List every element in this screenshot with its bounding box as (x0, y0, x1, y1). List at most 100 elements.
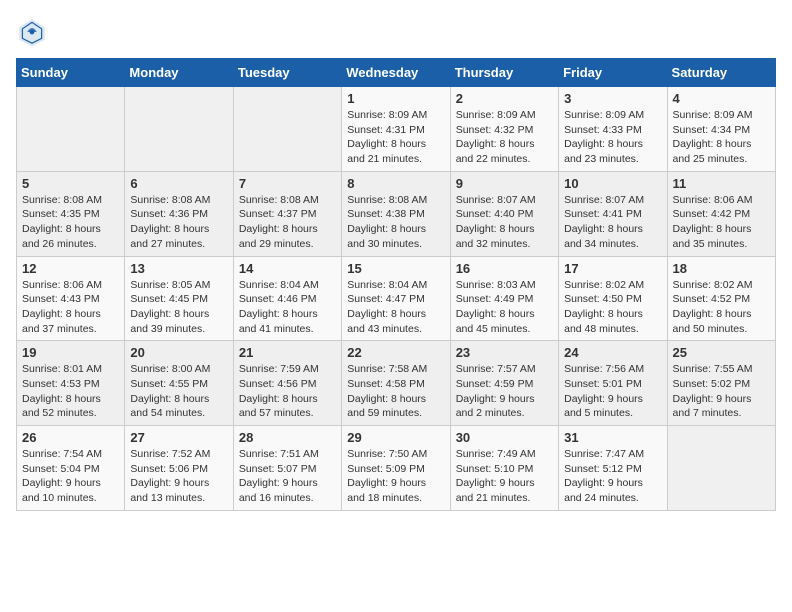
day-number: 4 (673, 91, 770, 106)
day-info: Sunrise: 7:59 AM Sunset: 4:56 PM Dayligh… (239, 362, 336, 421)
calendar-cell: 22Sunrise: 7:58 AM Sunset: 4:58 PM Dayli… (342, 341, 450, 426)
day-number: 14 (239, 261, 336, 276)
day-info: Sunrise: 8:07 AM Sunset: 4:40 PM Dayligh… (456, 193, 553, 252)
day-number: 12 (22, 261, 119, 276)
calendar-week-4: 19 Sunrise: 8:01 AM Sunset: 4:53 PM Dayli… (17, 341, 776, 426)
page-header (16, 16, 776, 48)
calendar-cell: 23 Sunrise: 7:57 AM Sunset: 4:59 PM Dayli… (450, 341, 558, 426)
day-number: 20 (130, 345, 227, 360)
day-info: Sunrise: 8:09 AM Sunset: 4:33 PM Dayligh… (564, 108, 661, 167)
day-number: 16 (456, 261, 553, 276)
day-of-week-saturday: Saturday (667, 59, 775, 87)
day-number: 23 (456, 345, 553, 360)
calendar-cell: 6 Sunrise: 8:08 AM Sunset: 4:36 PM Daylig… (125, 171, 233, 256)
calendar-header: SundayMondayTuesdayWednesdayThursdayFrid… (17, 59, 776, 87)
day-number: 5 (22, 176, 119, 191)
day-number: 3 (564, 91, 661, 106)
day-of-week-thursday: Thursday (450, 59, 558, 87)
calendar-cell: 27 Sunrise: 7:52 AM Sunset: 5:06 PM Dayli… (125, 426, 233, 511)
calendar-cell: 28 Sunrise: 7:51 AM Sunset: 5:07 PM Dayli… (233, 426, 341, 511)
calendar-cell: 25 Sunrise: 7:55 AM Sunset: 5:02 PM Dayli… (667, 341, 775, 426)
day-info: Sunrise: 8:04 AM Sunset: 4:47 PM Dayligh… (347, 278, 444, 337)
day-number: 29 (347, 430, 444, 445)
day-number: 19 (22, 345, 119, 360)
day-info: Sunrise: 7:52 AM Sunset: 5:06 PM Dayligh… (130, 447, 227, 506)
day-number: 7 (239, 176, 336, 191)
day-number: 31 (564, 430, 661, 445)
calendar-cell: 13 Sunrise: 8:05 AM Sunset: 4:45 PM Dayli… (125, 256, 233, 341)
calendar-cell: 21 Sunrise: 7:59 AM Sunset: 4:56 PM Dayli… (233, 341, 341, 426)
day-info: Sunrise: 7:55 AM Sunset: 5:02 PM Dayligh… (673, 362, 770, 421)
calendar-cell (667, 426, 775, 511)
calendar-week-3: 12 Sunrise: 8:06 AM Sunset: 4:43 PM Dayli… (17, 256, 776, 341)
calendar-body: 1Sunrise: 8:09 AM Sunset: 4:31 PM Daylig… (17, 87, 776, 511)
day-of-week-sunday: Sunday (17, 59, 125, 87)
calendar-cell: 17Sunrise: 8:02 AM Sunset: 4:50 PM Dayli… (559, 256, 667, 341)
days-of-week-row: SundayMondayTuesdayWednesdayThursdayFrid… (17, 59, 776, 87)
day-info: Sunrise: 8:01 AM Sunset: 4:53 PM Dayligh… (22, 362, 119, 421)
day-info: Sunrise: 8:09 AM Sunset: 4:32 PM Dayligh… (456, 108, 553, 167)
calendar-cell: 12 Sunrise: 8:06 AM Sunset: 4:43 PM Dayli… (17, 256, 125, 341)
day-number: 18 (673, 261, 770, 276)
calendar-cell: 24 Sunrise: 7:56 AM Sunset: 5:01 PM Dayli… (559, 341, 667, 426)
day-info: Sunrise: 8:08 AM Sunset: 4:35 PM Dayligh… (22, 193, 119, 252)
calendar-cell: 31 Sunrise: 7:47 AM Sunset: 5:12 PM Dayli… (559, 426, 667, 511)
day-number: 21 (239, 345, 336, 360)
day-number: 26 (22, 430, 119, 445)
calendar-cell: 1Sunrise: 8:09 AM Sunset: 4:31 PM Daylig… (342, 87, 450, 172)
day-info: Sunrise: 7:49 AM Sunset: 5:10 PM Dayligh… (456, 447, 553, 506)
day-info: Sunrise: 8:06 AM Sunset: 4:43 PM Dayligh… (22, 278, 119, 337)
day-info: Sunrise: 8:02 AM Sunset: 4:52 PM Dayligh… (673, 278, 770, 337)
calendar-table: SundayMondayTuesdayWednesdayThursdayFrid… (16, 58, 776, 511)
day-number: 2 (456, 91, 553, 106)
calendar-cell: 4Sunrise: 8:09 AM Sunset: 4:34 PM Daylig… (667, 87, 775, 172)
day-info: Sunrise: 7:54 AM Sunset: 5:04 PM Dayligh… (22, 447, 119, 506)
day-info: Sunrise: 7:58 AM Sunset: 4:58 PM Dayligh… (347, 362, 444, 421)
day-of-week-tuesday: Tuesday (233, 59, 341, 87)
day-info: Sunrise: 8:08 AM Sunset: 4:38 PM Dayligh… (347, 193, 444, 252)
day-info: Sunrise: 7:51 AM Sunset: 5:07 PM Dayligh… (239, 447, 336, 506)
day-number: 11 (673, 176, 770, 191)
calendar-cell: 19 Sunrise: 8:01 AM Sunset: 4:53 PM Dayli… (17, 341, 125, 426)
day-of-week-monday: Monday (125, 59, 233, 87)
day-number: 13 (130, 261, 227, 276)
day-number: 1 (347, 91, 444, 106)
day-info: Sunrise: 7:56 AM Sunset: 5:01 PM Dayligh… (564, 362, 661, 421)
day-of-week-wednesday: Wednesday (342, 59, 450, 87)
day-info: Sunrise: 8:08 AM Sunset: 4:36 PM Dayligh… (130, 193, 227, 252)
calendar-cell: 9 Sunrise: 8:07 AM Sunset: 4:40 PM Daylig… (450, 171, 558, 256)
day-number: 10 (564, 176, 661, 191)
day-number: 24 (564, 345, 661, 360)
calendar-cell: 7 Sunrise: 8:08 AM Sunset: 4:37 PM Daylig… (233, 171, 341, 256)
day-number: 15 (347, 261, 444, 276)
day-number: 6 (130, 176, 227, 191)
day-info: Sunrise: 7:50 AM Sunset: 5:09 PM Dayligh… (347, 447, 444, 506)
day-number: 25 (673, 345, 770, 360)
calendar-cell: 14Sunrise: 8:04 AM Sunset: 4:46 PM Dayli… (233, 256, 341, 341)
calendar-cell: 2 Sunrise: 8:09 AM Sunset: 4:32 PM Daylig… (450, 87, 558, 172)
calendar-cell: 26 Sunrise: 7:54 AM Sunset: 5:04 PM Dayli… (17, 426, 125, 511)
calendar-cell: 18 Sunrise: 8:02 AM Sunset: 4:52 PM Dayli… (667, 256, 775, 341)
day-number: 17 (564, 261, 661, 276)
day-info: Sunrise: 7:57 AM Sunset: 4:59 PM Dayligh… (456, 362, 553, 421)
calendar-week-1: 1Sunrise: 8:09 AM Sunset: 4:31 PM Daylig… (17, 87, 776, 172)
calendar-cell: 8 Sunrise: 8:08 AM Sunset: 4:38 PM Daylig… (342, 171, 450, 256)
day-of-week-friday: Friday (559, 59, 667, 87)
day-number: 27 (130, 430, 227, 445)
calendar-cell (17, 87, 125, 172)
day-info: Sunrise: 8:07 AM Sunset: 4:41 PM Dayligh… (564, 193, 661, 252)
day-info: Sunrise: 7:47 AM Sunset: 5:12 PM Dayligh… (564, 447, 661, 506)
day-number: 9 (456, 176, 553, 191)
calendar-cell: 20 Sunrise: 8:00 AM Sunset: 4:55 PM Dayli… (125, 341, 233, 426)
day-info: Sunrise: 8:00 AM Sunset: 4:55 PM Dayligh… (130, 362, 227, 421)
calendar-cell (125, 87, 233, 172)
day-info: Sunrise: 8:05 AM Sunset: 4:45 PM Dayligh… (130, 278, 227, 337)
day-number: 28 (239, 430, 336, 445)
calendar-cell (233, 87, 341, 172)
day-info: Sunrise: 8:03 AM Sunset: 4:49 PM Dayligh… (456, 278, 553, 337)
day-info: Sunrise: 8:08 AM Sunset: 4:37 PM Dayligh… (239, 193, 336, 252)
calendar-cell: 3 Sunrise: 8:09 AM Sunset: 4:33 PM Daylig… (559, 87, 667, 172)
calendar-cell: 29 Sunrise: 7:50 AM Sunset: 5:09 PM Dayli… (342, 426, 450, 511)
day-number: 8 (347, 176, 444, 191)
logo-icon (16, 16, 48, 48)
